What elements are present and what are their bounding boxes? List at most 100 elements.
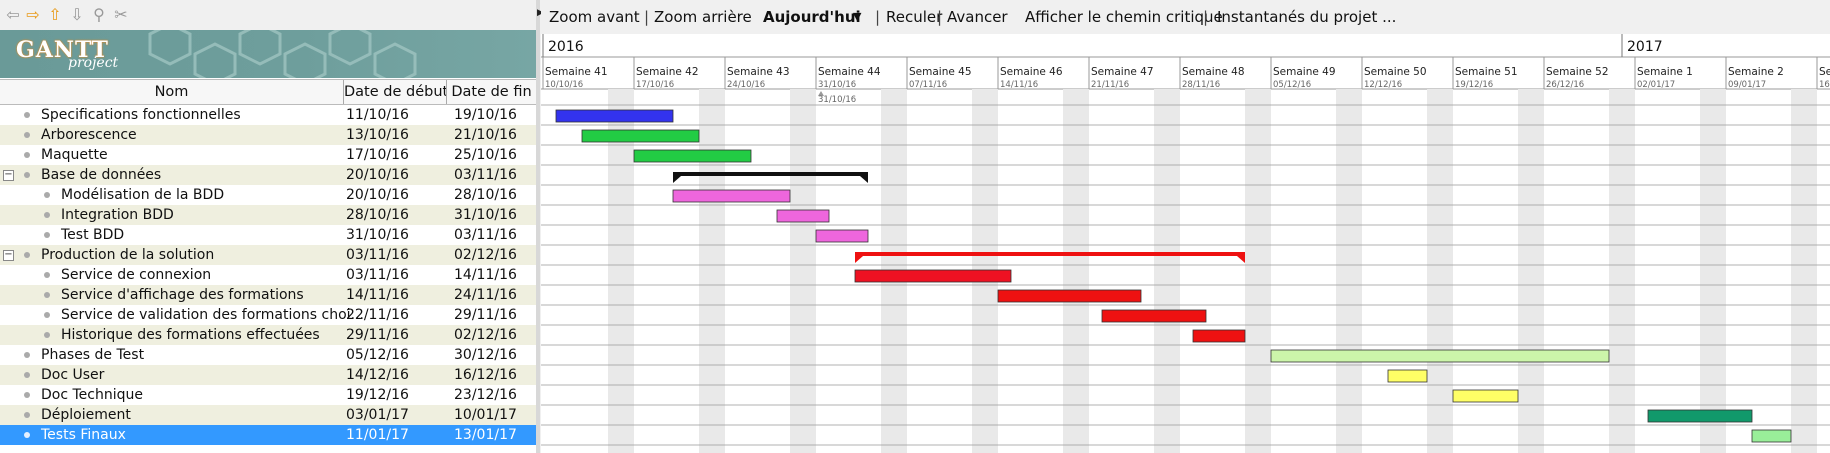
task-bar[interactable] [1101, 309, 1207, 323]
column-header-start[interactable]: Date de début [344, 80, 447, 104]
task-name[interactable]: Modélisation de la BDD [0, 185, 404, 205]
task-name[interactable]: Test BDD [0, 225, 404, 245]
task-start-date[interactable]: 11/10/16 [346, 105, 446, 125]
task-name[interactable]: Arborescence [0, 125, 384, 145]
table-row[interactable]: Service d'affichage des formations 14/11/… [0, 285, 536, 305]
task-start-date[interactable]: 22/11/16 [346, 305, 446, 325]
column-header-name[interactable]: Nom [0, 80, 344, 104]
task-bar[interactable] [1270, 349, 1610, 363]
table-row[interactable]: Tests Finaux 11/01/17 13/01/17 [0, 425, 536, 445]
gantt-chart[interactable]: 2016 2017 Semaine 41 10/10/16 Semaine 42 17/1… [541, 34, 1830, 453]
task-start-date[interactable]: 11/01/17 [346, 425, 446, 445]
task-start-date[interactable]: 28/10/16 [346, 205, 446, 225]
task-end-date[interactable]: 23/12/16 [454, 385, 534, 405]
task-bar[interactable] [1751, 429, 1792, 443]
task-name[interactable]: Service d'affichage des formations [0, 285, 404, 305]
task-end-date[interactable]: 16/12/16 [454, 365, 534, 385]
zoom-in-button[interactable]: Zoom avant [549, 0, 640, 34]
task-start-date[interactable]: 03/11/16 [346, 245, 446, 265]
snapshots-button[interactable]: Instantanés du projet ... [1217, 0, 1396, 34]
column-header-end[interactable]: Date de fin [447, 80, 536, 104]
task-start-date[interactable]: 31/10/16 [346, 225, 446, 245]
table-row[interactable]: − Base de données 20/10/16 03/11/16 [0, 165, 536, 185]
task-bar[interactable] [997, 289, 1142, 303]
down-arrow-icon[interactable]: ⇩ [68, 6, 86, 24]
task-name[interactable]: Maquette [0, 145, 384, 165]
task-name[interactable]: Doc User [0, 365, 384, 385]
task-name[interactable]: Tests Finaux [0, 425, 384, 445]
chevron-down-icon[interactable]: ▼ [853, 0, 861, 34]
task-end-date[interactable]: 03/11/16 [454, 225, 534, 245]
task-name[interactable]: Specifications fonctionnelles [0, 105, 384, 125]
task-start-date[interactable]: 13/10/16 [346, 125, 446, 145]
task-name[interactable]: Service de connexion [0, 265, 404, 285]
table-row[interactable]: Service de connexion 03/11/16 14/11/16 [0, 265, 536, 285]
task-start-date[interactable]: 14/11/16 [346, 285, 446, 305]
forward-arrow-icon[interactable]: ⇨ [24, 6, 42, 24]
task-start-date[interactable]: 14/12/16 [346, 365, 446, 385]
task-bar[interactable] [1647, 409, 1753, 423]
critical-path-button[interactable]: Afficher le chemin critique [1025, 0, 1223, 34]
task-end-date[interactable]: 10/01/17 [454, 405, 534, 425]
table-row[interactable]: Phases de Test 05/12/16 30/12/16 [0, 345, 536, 365]
table-row[interactable]: Test BDD 31/10/16 03/11/16 [0, 225, 536, 245]
table-row[interactable]: Arborescence 13/10/16 21/10/16 [0, 125, 536, 145]
table-row[interactable]: Specifications fonctionnelles 11/10/16 19/… [0, 105, 536, 125]
table-row[interactable]: Historique des formations effectuées 29/1… [0, 325, 536, 345]
task-end-date[interactable]: 28/10/16 [454, 185, 534, 205]
task-bar[interactable] [776, 209, 830, 223]
back-button[interactable]: Reculer [886, 0, 942, 34]
table-row[interactable]: Modélisation de la BDD 20/10/16 28/10/16 [0, 185, 536, 205]
task-bar[interactable] [1452, 389, 1519, 403]
task-end-date[interactable]: 03/11/16 [454, 165, 534, 185]
forward-button[interactable]: Avancer [947, 0, 1008, 34]
task-bar[interactable] [1192, 329, 1246, 343]
table-row[interactable]: Service de validation des formations cho… [0, 305, 536, 325]
table-row[interactable]: Maquette 17/10/16 25/10/16 [0, 145, 536, 165]
task-start-date[interactable]: 17/10/16 [346, 145, 446, 165]
task-end-date[interactable]: 30/12/16 [454, 345, 534, 365]
task-start-date[interactable]: 05/12/16 [346, 345, 446, 365]
link-icon[interactable]: ⚲ [90, 6, 108, 24]
back-arrow-icon[interactable]: ⇦ [4, 6, 22, 24]
today-button[interactable]: Aujourd'hui [763, 0, 861, 34]
task-start-date[interactable]: 29/11/16 [346, 325, 446, 345]
unlink-icon[interactable]: ✂ [112, 6, 130, 24]
zoom-out-button[interactable]: Zoom arrière [654, 0, 752, 34]
task-end-date[interactable]: 31/10/16 [454, 205, 534, 225]
task-name[interactable]: Déploiement [0, 405, 384, 425]
task-end-date[interactable]: 24/11/16 [454, 285, 534, 305]
task-bar[interactable] [815, 229, 869, 243]
task-name[interactable]: Integration BDD [0, 205, 404, 225]
task-start-date[interactable]: 03/01/17 [346, 405, 446, 425]
task-end-date[interactable]: 19/10/16 [454, 105, 534, 125]
task-end-date[interactable]: 02/12/16 [454, 325, 534, 345]
task-name[interactable]: Production de la solution [0, 245, 384, 265]
task-end-date[interactable]: 21/10/16 [454, 125, 534, 145]
task-bar[interactable] [854, 269, 1012, 283]
task-start-date[interactable]: 03/11/16 [346, 265, 446, 285]
task-end-date[interactable]: 14/11/16 [454, 265, 534, 285]
task-start-date[interactable]: 20/10/16 [346, 165, 446, 185]
task-bar[interactable] [581, 129, 700, 143]
task-start-date[interactable]: 20/10/16 [346, 185, 446, 205]
task-end-date[interactable]: 25/10/16 [454, 145, 534, 165]
task-name[interactable]: Historique des formations effectuées [0, 325, 404, 345]
panel-splitter[interactable] [536, 0, 540, 453]
task-bar[interactable] [633, 149, 752, 163]
table-row[interactable]: Doc User 14/12/16 16/12/16 [0, 365, 536, 385]
task-start-date[interactable]: 19/12/16 [346, 385, 446, 405]
table-row[interactable]: − Production de la solution 03/11/16 02/12/… [0, 245, 536, 265]
task-name[interactable]: Phases de Test [0, 345, 384, 365]
task-name[interactable]: Base de données [0, 165, 384, 185]
task-bar[interactable] [555, 109, 674, 123]
task-bar[interactable] [672, 189, 791, 203]
task-end-date[interactable]: 02/12/16 [454, 245, 534, 265]
task-name[interactable]: Service de validation des formations cho… [0, 305, 404, 325]
table-row[interactable]: Integration BDD 28/10/16 31/10/16 [0, 205, 536, 225]
task-end-date[interactable]: 29/11/16 [454, 305, 534, 325]
table-row[interactable]: Doc Technique 19/12/16 23/12/16 [0, 385, 536, 405]
task-name[interactable]: Doc Technique [0, 385, 384, 405]
up-arrow-icon[interactable]: ⇧ [46, 6, 64, 24]
task-bar[interactable] [1387, 369, 1428, 383]
